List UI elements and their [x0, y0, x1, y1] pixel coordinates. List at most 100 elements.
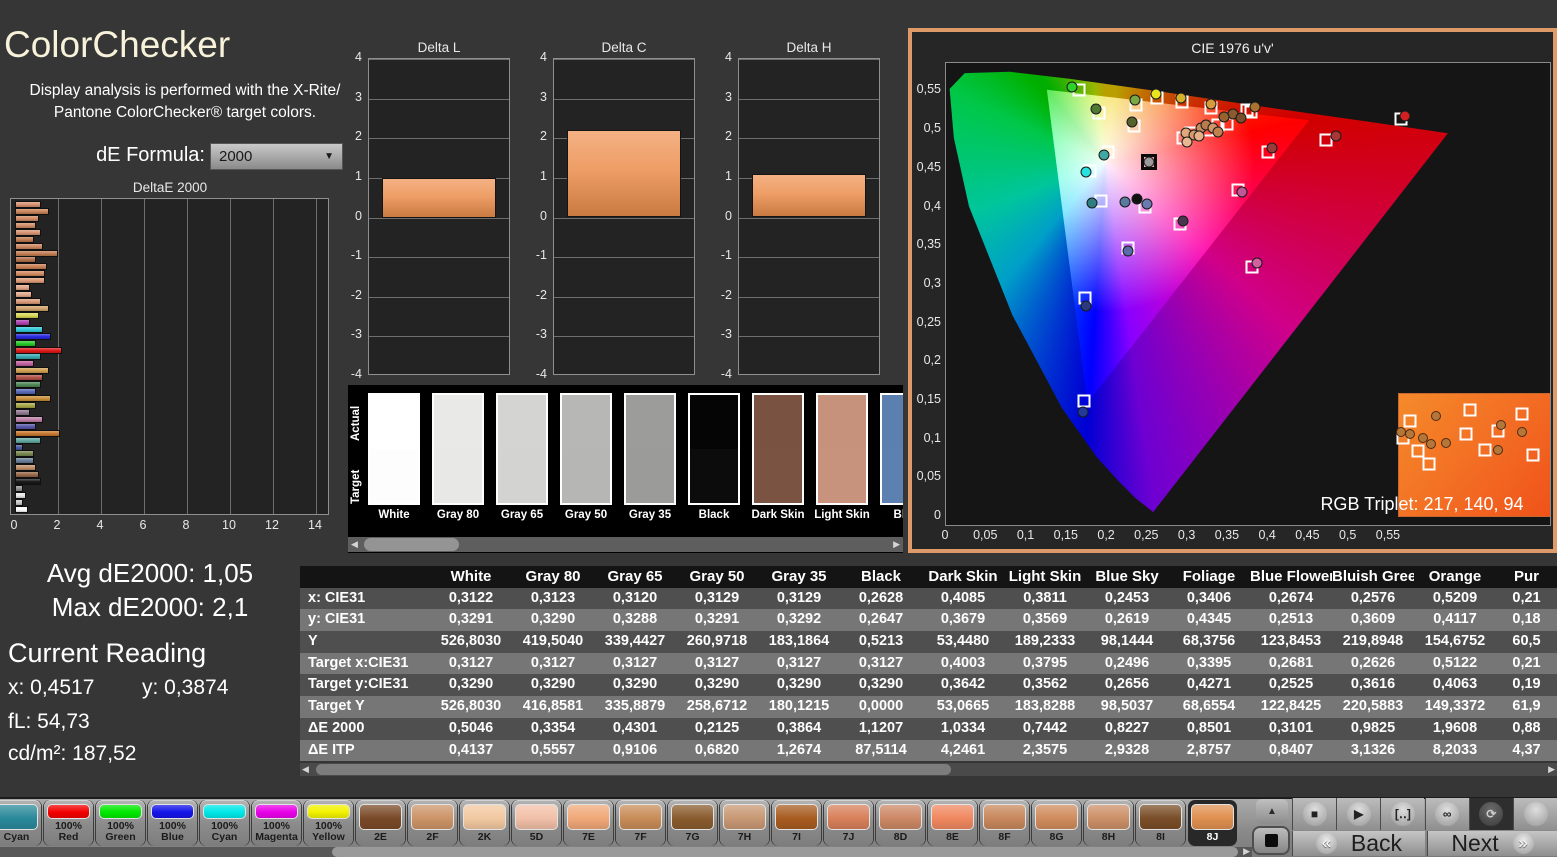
scroll-right-icon[interactable]: ▶	[893, 537, 900, 551]
cie-measured-point	[1119, 196, 1131, 208]
axis-tick-label: 0,25	[916, 314, 941, 329]
patch-button-8e[interactable]: 8E	[928, 800, 977, 846]
patch-button-8h[interactable]: 8H	[1084, 800, 1133, 846]
gridline	[739, 257, 879, 259]
table-cell: 68,3756	[1182, 633, 1236, 650]
patch-button-2e[interactable]: 2E	[356, 800, 405, 846]
scroll-right-icon[interactable]: ▶	[1243, 844, 1250, 857]
table-cell: 60,5	[1512, 633, 1541, 650]
back-button[interactable]: « Back	[1292, 830, 1425, 856]
cie-measured-point	[1175, 92, 1187, 104]
patch-swatch	[723, 804, 766, 831]
scroll-up-button[interactable]: ▲	[1256, 799, 1288, 824]
table-row: Y 526,8030 419,5040 339,4427 260,9718 183,186…	[300, 631, 1557, 653]
axis-tick-label: 0,1	[1016, 528, 1035, 542]
chevron-left-icon: «	[1315, 833, 1337, 854]
scrollbar-thumb[interactable]	[364, 538, 459, 551]
patch-button-100-cyan[interactable]: 100% Cyan	[200, 800, 249, 846]
blank-button[interactable]	[1513, 798, 1557, 830]
patch-button-8j[interactable]: 8J	[1188, 800, 1237, 846]
de-formula-label: dE Formula:	[96, 144, 205, 166]
play-button[interactable]: ▶	[1336, 798, 1381, 830]
cie-measured-point	[1177, 215, 1189, 227]
patch-swatch	[463, 804, 506, 831]
table-cell: 0,3290	[694, 676, 740, 693]
table-cell: 0,3811	[1023, 589, 1067, 606]
patch-button-8i[interactable]: 8I	[1136, 800, 1185, 846]
loop-range-button[interactable]: [‥]	[1380, 798, 1425, 830]
patch-button-7i[interactable]: 7I	[772, 800, 821, 846]
table-cell: 2,9328	[1104, 741, 1150, 758]
cie-chromaticity-plot	[945, 62, 1551, 526]
axis-tick-label: 8	[182, 518, 190, 532]
scroll-left-icon[interactable]: ◀	[302, 762, 309, 776]
de-formula-dropdown[interactable]: 2000 ▼	[210, 143, 343, 170]
patch-button-100-red[interactable]: 100% Red	[44, 800, 93, 846]
cie-measured-point	[1077, 406, 1088, 418]
patch-button-cyan[interactable]: Cyan	[0, 800, 41, 846]
toolbar-scrollbar[interactable]: ▶	[0, 844, 1252, 857]
scroll-right-icon[interactable]: ▶	[1548, 762, 1555, 776]
patch-button-8d[interactable]: 8D	[876, 800, 925, 846]
patch-button-100-blue[interactable]: 100% Blue	[148, 800, 197, 846]
deltae-bar	[15, 450, 35, 458]
patch-button-2f[interactable]: 2F	[408, 800, 457, 846]
patch-button-7h[interactable]: 7H	[720, 800, 769, 846]
refresh-button[interactable]: ⟳	[1468, 798, 1513, 830]
table-cell: 0,3354	[530, 719, 576, 736]
patch-button-5d[interactable]: 5D	[512, 800, 561, 846]
table-cell: 0,3291	[448, 611, 494, 628]
deltae-bar	[15, 318, 30, 326]
gridline	[554, 59, 694, 60]
cie-measured-point	[1205, 98, 1217, 110]
patch-button-7e[interactable]: 7E	[564, 800, 613, 846]
table-cell: 0,3562	[1022, 676, 1068, 693]
patch-button-2k[interactable]: 2K	[460, 800, 509, 846]
patch-label: Cyan	[3, 831, 30, 844]
table-corner-cell	[300, 566, 430, 588]
table-cell: 0,3101	[1268, 719, 1314, 736]
table-cell: 0,3616	[1350, 676, 1396, 693]
column-header: Gray 50	[689, 568, 745, 585]
patch-button-7j[interactable]: 7J	[824, 800, 873, 846]
patch-button-8f[interactable]: 8F	[980, 800, 1029, 846]
patch-button-7g[interactable]: 7G	[668, 800, 717, 846]
patch-swatch	[1035, 804, 1078, 831]
table-cell: 0,5046	[448, 719, 494, 736]
gridline	[144, 199, 145, 514]
scrollbar-thumb[interactable]	[332, 847, 1238, 857]
axis-tick-label: -2	[720, 287, 732, 302]
pattern-window-button[interactable]	[1252, 826, 1290, 855]
patch-button-100-green[interactable]: 100% Green	[96, 800, 145, 846]
row-label: Target x:CIE31	[308, 654, 409, 671]
patch-swatch	[671, 804, 714, 831]
next-button[interactable]: Next »	[1427, 830, 1557, 856]
gridline	[369, 296, 509, 298]
table-row: Target y:CIE31 0,3290 0,3290 0,3290 0,3290 0,…	[300, 674, 1557, 697]
table-scrollbar[interactable]: ◀ ▶	[300, 763, 1557, 776]
table-cell: 0,3292	[776, 611, 822, 628]
axis-tick-label: 0,2	[1097, 528, 1115, 542]
table-cell: 0,3569	[1022, 611, 1068, 628]
page-description: Display analysis is performed with the X…	[29, 82, 341, 122]
chart-title: Delta C	[601, 40, 647, 55]
patch-button-7f[interactable]: 7F	[616, 800, 665, 846]
axis-tick-label: 2	[355, 129, 362, 144]
swatch-strip-scrollbar[interactable]: ◀ ▶	[348, 537, 903, 552]
axis-tick-label: -4	[535, 367, 547, 381]
cie-chart-title: CIE 1976 u'v'	[1191, 40, 1274, 56]
scrollbar-thumb[interactable]	[316, 764, 951, 775]
infinity-button[interactable]: ∞	[1424, 798, 1469, 830]
table-cell: 0,3290	[448, 676, 494, 693]
scroll-left-icon[interactable]: ◀	[351, 537, 358, 551]
patch-button-100-magenta[interactable]: 100% Magenta	[252, 800, 301, 846]
cie-measured-point	[1066, 81, 1078, 93]
swatch-label: Gray 65	[500, 509, 544, 521]
stop-button[interactable]: ■	[1292, 798, 1336, 830]
patch-button-8g[interactable]: 8G	[1032, 800, 1081, 846]
swatch-actual	[370, 395, 418, 449]
axis-tick-label: 0,15	[1053, 528, 1078, 542]
patch-button-100-yellow[interactable]: 100% Yellow	[304, 800, 353, 846]
actual-row-label: Actual	[350, 405, 362, 441]
play-button-icon: ▶	[1346, 802, 1371, 826]
